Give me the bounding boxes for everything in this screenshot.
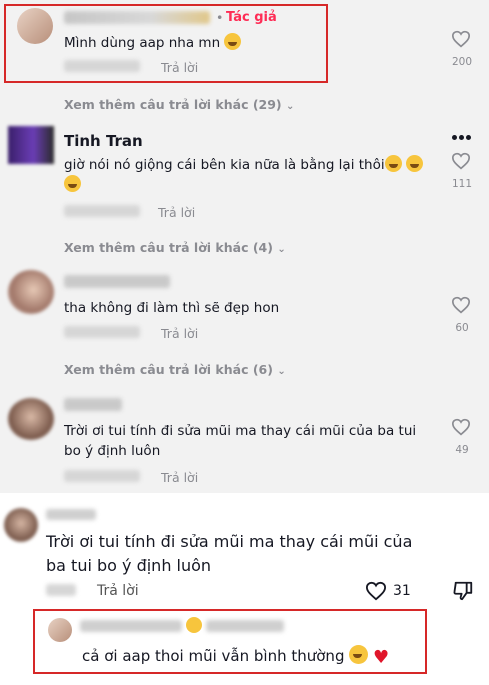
like-count: 49	[455, 444, 469, 456]
heart-icon[interactable]	[451, 30, 471, 48]
reply-button[interactable]: Trả lời	[161, 470, 198, 485]
avatar[interactable]	[4, 508, 38, 542]
comment-text-line: Trời ơi tui tính đi sửa mũi ma thay cái …	[46, 532, 413, 551]
laughing-emoji-icon	[384, 155, 402, 172]
author-name-blurred[interactable]	[46, 509, 96, 520]
comment-text-content: giờ nói nó giộng cái bên kia nữa là bằng…	[64, 157, 385, 173]
comment-text: tha không đi làm thì sẽ đẹp hon	[64, 300, 280, 316]
comment-text: giờ nói nó giộng cái bên kia nữa là bằng…	[64, 155, 436, 195]
comment-text: Trời ơi tui tính đi sửa mũi ma thay cái …	[46, 530, 446, 578]
avatar[interactable]	[8, 126, 54, 164]
like-count: 31	[393, 583, 411, 599]
reply-target-blurred	[206, 620, 284, 632]
like-count: 60	[455, 322, 469, 334]
timestamp-blurred	[46, 584, 76, 596]
view-more-replies-label: Xem thêm câu trả lời khác (4)	[64, 240, 273, 255]
comment-text-line: Trời ơi tui tính đi sửa mũi ma thay cái …	[64, 423, 417, 439]
laughing-emoji-icon	[349, 645, 369, 664]
timestamp-blurred	[64, 60, 140, 72]
reply-button[interactable]: Trả lời	[161, 60, 198, 75]
comment-text-content: Mình dùng aap nha mn	[64, 35, 221, 51]
view-more-replies[interactable]: Xem thêm câu trả lời khác (29) ⌄	[64, 97, 294, 112]
timestamp-blurred	[64, 205, 140, 217]
comment-text-line: ba tui bo ý định luôn	[46, 556, 212, 575]
like-count: 200	[451, 56, 473, 68]
reply-button[interactable]: Trả lời	[97, 583, 139, 599]
reply-button[interactable]: Trả lời	[161, 326, 198, 341]
timestamp-blurred	[64, 326, 140, 338]
reply-text: cả ơi aap thoi mũi vẫn bình thường ♥	[82, 645, 389, 668]
kiss-emoji-icon	[186, 617, 202, 633]
author-name-blurred[interactable]	[64, 275, 170, 288]
heart-icon[interactable]	[451, 152, 471, 170]
author-name-blurred[interactable]	[64, 11, 210, 24]
red-heart-icon: ♥	[373, 647, 390, 668]
chevron-down-icon: ⌄	[286, 101, 295, 112]
author-separator: •	[216, 10, 224, 25]
avatar[interactable]	[17, 8, 53, 44]
timestamp-blurred	[64, 470, 140, 482]
heart-icon[interactable]	[451, 418, 471, 436]
laughing-emoji-icon	[224, 33, 242, 50]
view-more-replies[interactable]: Xem thêm câu trả lời khác (6) ⌄	[64, 362, 286, 377]
view-more-replies[interactable]: Xem thêm câu trả lời khác (4) ⌄	[64, 240, 286, 255]
comment-text-line: bo ý định luôn	[64, 443, 161, 459]
reply-button[interactable]: Trả lời	[158, 205, 195, 220]
dislike-icon[interactable]	[452, 580, 474, 602]
author-name[interactable]: Tinh Tran	[64, 132, 143, 150]
heart-icon[interactable]	[451, 296, 471, 314]
avatar[interactable]	[48, 618, 72, 642]
more-options-icon[interactable]	[452, 135, 472, 141]
laughing-emoji-icon	[405, 155, 423, 172]
view-more-replies-label: Xem thêm câu trả lời khác (29)	[64, 97, 282, 112]
chevron-down-icon: ⌄	[277, 244, 286, 255]
reply-text-content: cả ơi aap thoi mũi vẫn bình thường	[82, 647, 345, 665]
laughing-emoji-icon	[64, 175, 81, 192]
view-more-replies-label: Xem thêm câu trả lời khác (6)	[64, 362, 273, 377]
heart-icon[interactable]	[365, 581, 387, 601]
author-tag-badge: Tác giả	[226, 10, 277, 25]
author-name-blurred[interactable]	[80, 620, 182, 632]
avatar[interactable]	[8, 270, 54, 314]
comment-text: Trời ơi tui tính đi sửa mũi ma thay cái …	[64, 421, 434, 461]
comment-text: Mình dùng aap nha mn	[64, 33, 242, 53]
chevron-down-icon: ⌄	[277, 366, 286, 377]
avatar[interactable]	[8, 398, 54, 440]
author-name-blurred[interactable]	[64, 398, 122, 411]
like-count: 111	[451, 178, 473, 190]
